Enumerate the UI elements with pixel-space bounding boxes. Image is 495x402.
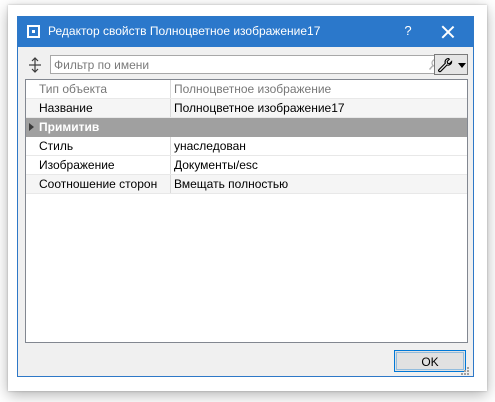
property-label: Название [39, 101, 93, 115]
expand-collapse-icon[interactable] [25, 55, 45, 75]
tools-menu-button[interactable] [434, 54, 468, 75]
help-button[interactable]: ? [400, 23, 416, 41]
column-separator [170, 156, 171, 175]
window-title: Редактор свойств Полноцветное изображени… [48, 24, 321, 38]
row-divider [26, 193, 467, 194]
wrench-icon [437, 57, 453, 73]
close-button[interactable] [436, 21, 460, 43]
property-value[interactable]: Документы/esc [174, 158, 258, 172]
group-label: Примитив [39, 120, 100, 134]
title-bar[interactable]: Редактор свойств Полноцветное изображени… [18, 17, 473, 47]
filter-input[interactable] [54, 56, 424, 73]
resize-grip-icon[interactable] [460, 365, 470, 375]
property-label: Соотношение сторон [39, 177, 158, 191]
column-separator [170, 99, 171, 118]
header-name: Тип объекта [39, 82, 108, 96]
app-window-icon [27, 25, 40, 38]
ok-button[interactable]: OK [394, 350, 466, 372]
chevron-down-icon [458, 63, 466, 68]
property-row-image[interactable]: Изображение Документы/esc [26, 156, 467, 175]
property-row-name[interactable]: Название Полноцветное изображение17 [26, 99, 467, 118]
column-separator [170, 175, 171, 194]
property-row-style[interactable]: Стиль унаследован [26, 137, 467, 156]
property-grid: Тип объекта Полноцветное изображение Наз… [25, 79, 468, 343]
property-value[interactable]: унаследован [174, 139, 246, 153]
group-row-primitive[interactable]: Примитив [26, 118, 467, 137]
property-editor-dialog: Редактор свойств Полноцветное изображени… [17, 16, 474, 377]
grid-header-row: Тип объекта Полноцветное изображение [26, 80, 467, 99]
filter-field[interactable] [50, 55, 446, 74]
property-label: Изображение [39, 158, 115, 172]
property-row-aspect-ratio[interactable]: Соотношение сторон Вмещать полностью [26, 175, 467, 194]
column-separator [170, 137, 171, 156]
property-value[interactable]: Полноцветное изображение17 [174, 101, 345, 115]
expand-arrow-icon[interactable] [29, 123, 34, 131]
property-label: Стиль [39, 139, 74, 153]
header-value: Полноцветное изображение [174, 82, 332, 96]
property-value[interactable]: Вмещать полностью [174, 177, 288, 191]
column-separator [170, 80, 171, 99]
